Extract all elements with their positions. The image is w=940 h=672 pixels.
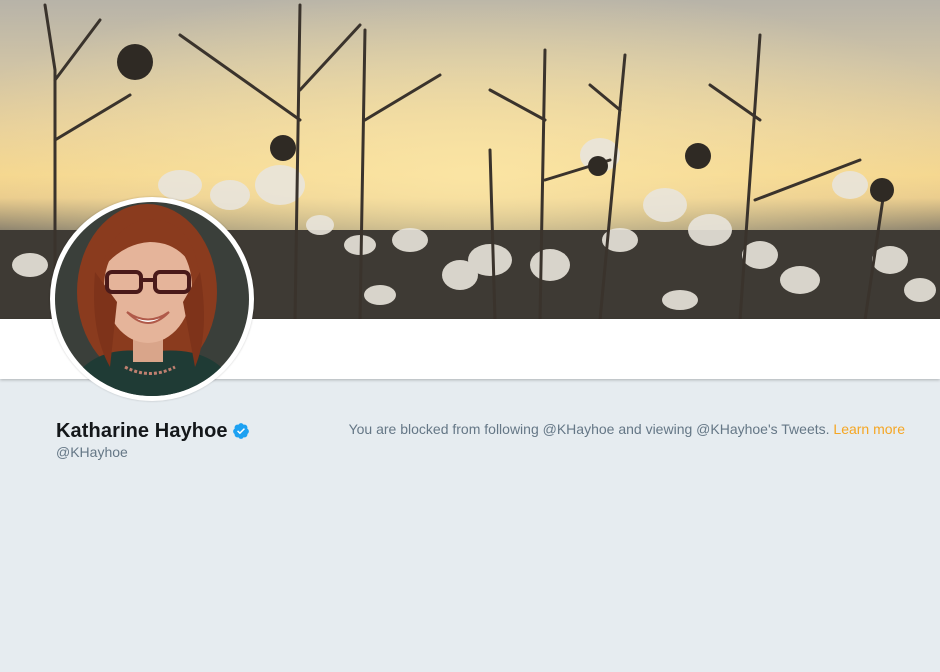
profile-name-row: Katharine Hayhoe [56,418,250,444]
profile-full-name[interactable]: Katharine Hayhoe [56,420,228,443]
blocked-message: You are blocked from following @KHayhoe … [348,421,830,437]
blocked-notice: You are blocked from following @KHayhoe … [349,421,905,437]
avatar-photo [55,202,249,396]
profile-screen-name[interactable]: @KHayhoe [56,444,128,460]
profile-avatar[interactable] [50,197,254,401]
learn-more-link[interactable]: Learn more [833,421,905,437]
verified-badge-icon [232,422,250,440]
